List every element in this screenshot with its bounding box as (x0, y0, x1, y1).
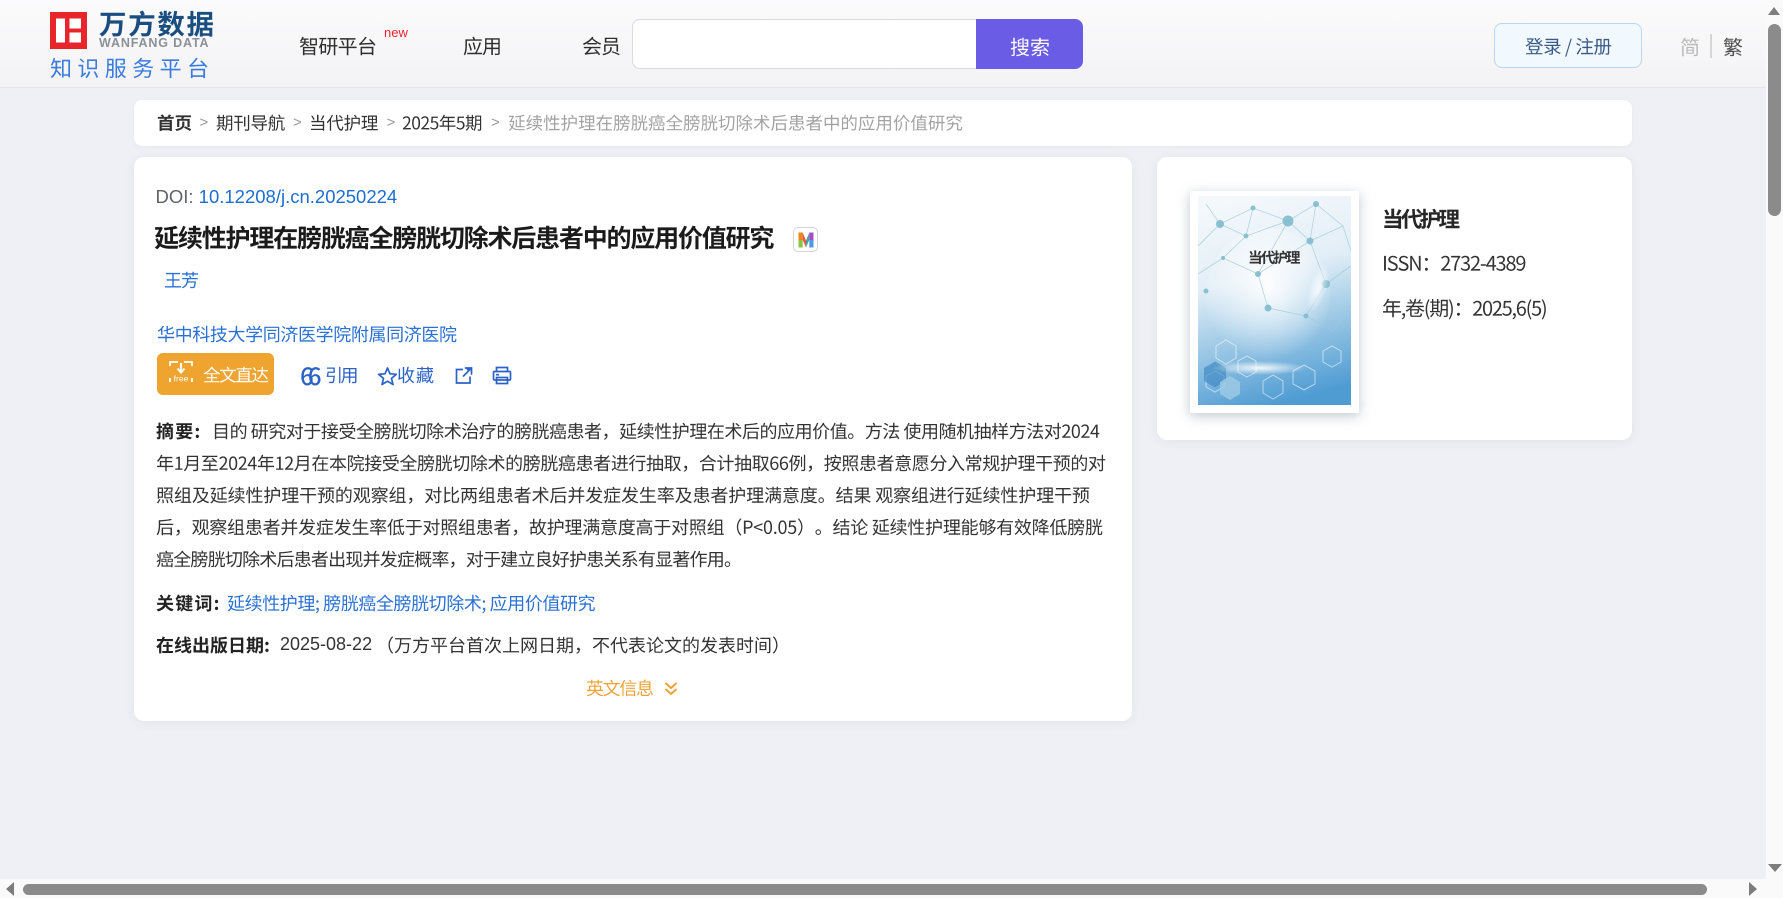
svg-text:free: free (174, 374, 189, 384)
